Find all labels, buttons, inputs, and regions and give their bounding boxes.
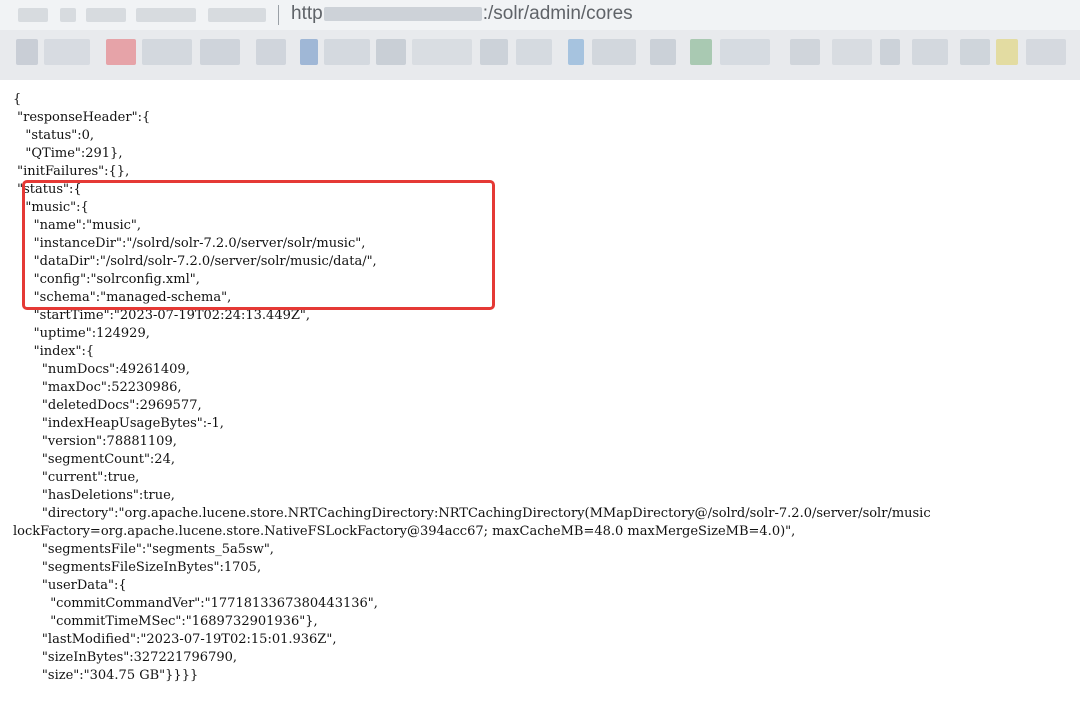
json-line: "current":true,	[13, 470, 140, 485]
blurred-bookmark[interactable]	[516, 39, 552, 65]
json-line: "index":{	[13, 344, 95, 359]
url-suffix: :/solr/admin/cores	[482, 3, 633, 24]
redacted-host	[323, 6, 482, 21]
blurred-bookmark[interactable]	[376, 39, 406, 65]
highlight-box	[22, 180, 495, 310]
blurred-bookmark[interactable]	[880, 39, 900, 65]
blurred-bookmark[interactable]	[1026, 39, 1066, 65]
json-line: "size":"304.75 GB"}}}}	[13, 668, 199, 683]
json-line: "maxDoc":52230986,	[13, 380, 182, 395]
blurred-bookmark[interactable]	[592, 39, 636, 65]
address-bar-separator	[278, 5, 279, 25]
json-line: "initFailures":{},	[13, 164, 130, 179]
json-line: "commitTimeMSec":"1689732901936"},	[13, 614, 318, 629]
bookmarks-bar	[0, 30, 1080, 80]
blurred-bookmark[interactable]	[690, 39, 712, 65]
json-line: "hasDeletions":true,	[13, 488, 175, 503]
blurred-bookmark[interactable]	[200, 39, 240, 65]
json-line: "sizeInBytes":327221796790,	[13, 650, 238, 665]
blurred-tab-region	[86, 8, 126, 22]
blurred-bookmark[interactable]	[300, 39, 318, 65]
blurred-bookmark[interactable]	[142, 39, 192, 65]
json-response-view: { "responseHeader":{ "status":0, "QTime"…	[0, 80, 1080, 719]
json-line: "responseHeader":{	[13, 110, 151, 125]
blurred-bookmark[interactable]	[996, 39, 1018, 65]
json-line: "userData":{	[13, 578, 127, 593]
json-line: "deletedDocs":2969577,	[13, 398, 202, 413]
blurred-tab-region	[136, 8, 196, 22]
blurred-bookmark[interactable]	[650, 39, 676, 65]
browser-tab-bar: http :/solr/admin/cores	[0, 0, 1080, 30]
blurred-bookmark[interactable]	[912, 39, 948, 65]
blurred-bookmark[interactable]	[960, 39, 990, 65]
json-line: "indexHeapUsageBytes":-1,	[13, 416, 224, 431]
json-line: "status":0,	[13, 128, 95, 143]
blurred-bookmark[interactable]	[568, 39, 584, 65]
json-line: "segmentsFileSizeInBytes":1705,	[13, 560, 262, 575]
json-line: "version":78881109,	[13, 434, 177, 449]
blurred-tab-region	[18, 8, 48, 22]
url-prefix: http	[291, 3, 323, 24]
blurred-bookmark[interactable]	[480, 39, 508, 65]
json-line: "directory":"org.apache.lucene.store.NRT…	[13, 506, 931, 521]
json-line: "lastModified":"2023-07-19T02:15:01.936Z…	[13, 632, 337, 647]
blurred-bookmark[interactable]	[256, 39, 286, 65]
blurred-bookmark[interactable]	[324, 39, 370, 65]
json-line: "commitCommandVer":"1771813367380443136"…	[13, 596, 378, 611]
address-bar[interactable]: http :/solr/admin/cores	[291, 3, 633, 25]
json-line: "QTime":291},	[13, 146, 123, 161]
json-line: "segmentCount":24,	[13, 452, 175, 467]
json-line: "uptime":124929,	[13, 326, 150, 341]
json-line: {	[13, 92, 22, 107]
blurred-tab-region	[208, 8, 266, 22]
blurred-bookmark[interactable]	[16, 39, 38, 65]
blurred-bookmark[interactable]	[412, 39, 472, 65]
json-line: lockFactory=org.apache.lucene.store.Nati…	[13, 524, 796, 539]
blurred-tab-region	[60, 8, 76, 22]
blurred-bookmark[interactable]	[832, 39, 872, 65]
json-line: "segmentsFile":"segments_5a5sw",	[13, 542, 274, 557]
blurred-bookmark[interactable]	[106, 39, 136, 65]
blurred-bookmark[interactable]	[720, 39, 770, 65]
blurred-bookmark[interactable]	[44, 39, 90, 65]
json-line: "numDocs":49261409,	[13, 362, 190, 377]
blurred-bookmark[interactable]	[790, 39, 820, 65]
